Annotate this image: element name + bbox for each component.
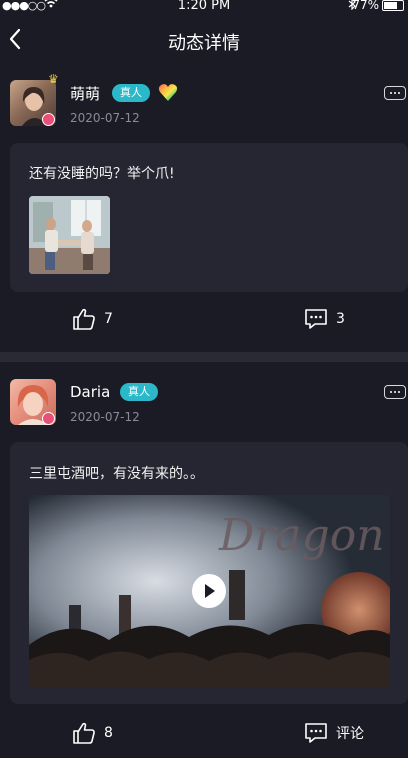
verified-badge: 真人 (112, 84, 150, 102)
play-button[interactable] (192, 574, 226, 608)
more-options-button[interactable] (384, 385, 406, 399)
comment-button[interactable]: 评论 (304, 722, 364, 744)
post-text: 还有没睡的吗？举个爪! (29, 166, 175, 182)
play-icon (205, 584, 215, 598)
post-video[interactable]: Dragon (29, 495, 390, 687)
nav-bar: 动态详情 (0, 20, 408, 60)
post-card: 三里屯酒吧，有没有来的。。 Dragon (10, 442, 408, 704)
comment-icon (305, 723, 327, 743)
crown-icon: ♛ (48, 72, 59, 86)
post-date: 2020-07-12 (70, 410, 140, 424)
like-count: 8 (104, 725, 113, 741)
comment-count: 3 (336, 311, 345, 327)
post-text: 三里屯酒吧，有没有来的。。 (29, 466, 204, 482)
more-options-button[interactable] (384, 86, 406, 100)
username[interactable]: Daria (70, 383, 110, 401)
status-time: 1:20 PM (177, 0, 231, 13)
vip-badge-icon (42, 113, 55, 126)
like-button[interactable]: 7 (72, 308, 113, 330)
verified-badge: 真人 (120, 383, 158, 401)
post-divider (0, 352, 408, 362)
comment-button[interactable]: 3 (304, 308, 345, 330)
thumbs-up-icon (73, 308, 95, 330)
like-button[interactable]: 8 (72, 722, 113, 744)
battery-percent: 77% (352, 0, 379, 12)
svg-text:Dragon: Dragon (218, 510, 385, 561)
comment-icon (305, 309, 327, 329)
rainbow-heart-icon (158, 83, 178, 106)
page-title: 动态详情 (168, 33, 240, 54)
battery-icon (382, 0, 404, 11)
post-date: 2020-07-12 (70, 111, 140, 125)
username[interactable]: 萌萌 (70, 83, 100, 104)
status-bar: ●●●○○ 1:20 PM 77% (0, 0, 408, 14)
battery-indicator: 77% (352, 0, 404, 12)
post-image[interactable] (29, 196, 110, 274)
like-count: 7 (104, 311, 113, 327)
comment-label: 评论 (336, 726, 364, 742)
post-card: 还有没睡的吗？举个爪! (10, 143, 408, 292)
thumbs-up-icon (73, 722, 95, 744)
vip-badge-icon (42, 412, 55, 425)
